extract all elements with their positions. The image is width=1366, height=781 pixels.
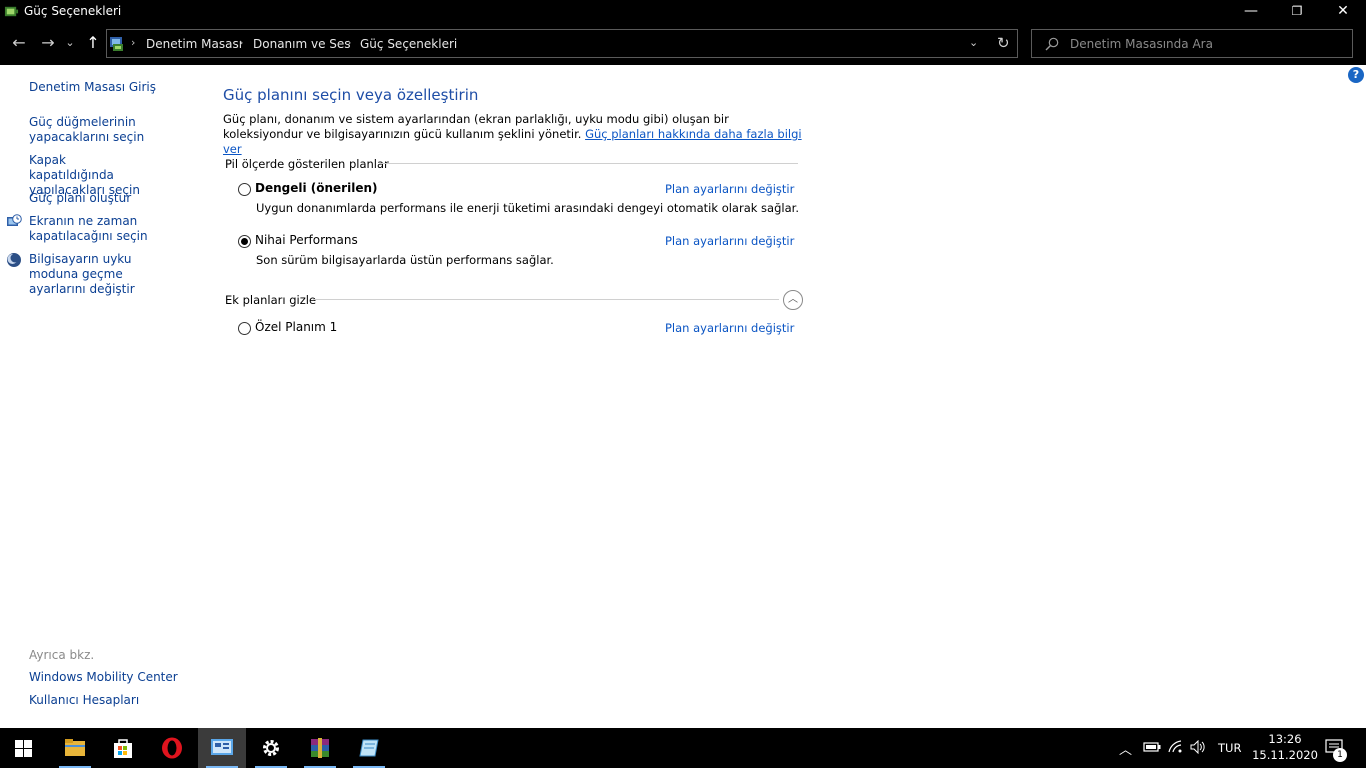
notification-badge: 1: [1333, 748, 1347, 762]
plan-radio-balanced[interactable]: [238, 183, 251, 196]
create-power-plan-link[interactable]: Güç planı oluştur: [29, 191, 179, 206]
help-icon[interactable]: ?: [1348, 67, 1364, 83]
notepad-icon: [359, 739, 379, 757]
speaker-volume-icon[interactable]: [1190, 740, 1206, 754]
divider: [381, 163, 798, 164]
chevron-down-icon[interactable]: ⌄: [969, 36, 978, 49]
window-title: Güç Seçenekleri: [24, 4, 122, 18]
language-indicator[interactable]: TUR: [1218, 741, 1241, 781]
minimize-button[interactable]: —: [1228, 0, 1274, 23]
folder-icon: [65, 739, 85, 756]
gear-icon: [263, 740, 279, 756]
power-buttons-link[interactable]: Güç düğmelerinin yapacaklarını seçin: [29, 115, 149, 145]
plan-name-custom-1[interactable]: Özel Planım 1: [255, 320, 337, 334]
group-hide-extra-plans-label[interactable]: Ek planları gizle: [225, 293, 316, 307]
plan-description-balanced: Uygun donanımlarda performans ile enerji…: [256, 201, 799, 215]
opera-browser-icon: [162, 737, 182, 759]
change-plan-settings-balanced[interactable]: Plan ayarlarını değiştir: [665, 182, 794, 196]
divider: [313, 299, 779, 300]
display-clock-icon: [7, 214, 22, 226]
plan-radio-custom-1[interactable]: [238, 322, 251, 335]
search-box[interactable]: [1031, 29, 1353, 58]
control-panel-icon: [110, 37, 123, 51]
back-button[interactable]: ←: [8, 32, 30, 54]
file-explorer-taskbar-button[interactable]: [51, 728, 99, 768]
winrar-taskbar-button[interactable]: [296, 728, 344, 768]
search-icon: [1045, 37, 1059, 51]
change-plan-settings-ultimate[interactable]: Plan ayarlarını değiştir: [665, 234, 794, 248]
chevron-up-icon[interactable]: ︿: [1119, 739, 1132, 779]
search-input[interactable]: [1070, 30, 1340, 57]
recent-locations-button[interactable]: ⌄: [62, 32, 78, 54]
winrar-archive-icon: [311, 738, 329, 758]
breadcrumb-control-panel[interactable]: Denetim Masası: [146, 37, 242, 51]
taskbar-clock[interactable]: 13:26 15.11.2020: [1250, 731, 1320, 763]
notepad-taskbar-button[interactable]: [345, 728, 393, 768]
breadcrumb-power-options[interactable]: Güç Seçenekleri: [360, 37, 457, 51]
control-panel-taskbar-button[interactable]: [198, 728, 246, 768]
clock-time: 13:26: [1268, 732, 1302, 746]
store-taskbar-button[interactable]: [99, 728, 147, 768]
close-button[interactable]: ✕: [1320, 0, 1366, 23]
plan-radio-ultimate-performance[interactable]: [238, 235, 251, 248]
power-options-icon: [4, 6, 19, 17]
navigation-bar: ← → ⌄ ↑ › Denetim Masası › Donanım ve Se…: [0, 23, 1366, 65]
wifi-icon[interactable]: [1168, 740, 1184, 754]
group-battery-plans-label: Pil ölçerde gösterilen planlar: [225, 157, 389, 171]
sleep-settings-link[interactable]: Bilgisayarın uyku moduna geçme ayarların…: [29, 252, 179, 297]
up-button[interactable]: ↑: [82, 32, 104, 54]
page-title: Güç planını seçin veya özelleştirin: [223, 86, 479, 104]
user-accounts-link[interactable]: Kullanıcı Hesapları: [29, 693, 179, 708]
breadcrumb-hardware-sound[interactable]: Donanım ve Ses: [253, 37, 351, 51]
battery-icon[interactable]: [1143, 741, 1161, 753]
sleep-moon-icon: [7, 253, 21, 267]
breadcrumb-separator: ›: [347, 36, 352, 49]
plan-description-ultimate-performance: Son sürüm bilgisayarlarda üstün performa…: [256, 253, 554, 267]
windows-start-icon[interactable]: [15, 740, 32, 757]
refresh-icon[interactable]: ↻: [997, 34, 1010, 52]
clock-date: 15.11.2020: [1252, 748, 1318, 762]
collapse-chevron-icon[interactable]: ︿: [783, 290, 803, 310]
maximize-button[interactable]: ❐: [1274, 0, 1320, 23]
taskbar: ︿ TUR 13:26 15.11.2020 1: [0, 728, 1366, 768]
store-bag-icon: [114, 739, 132, 758]
control-panel-icon: [211, 739, 233, 755]
title-bar: Güç Seçenekleri — ❐ ✕: [0, 0, 1366, 23]
opera-taskbar-button[interactable]: [148, 728, 196, 768]
forward-button[interactable]: →: [37, 32, 59, 54]
settings-taskbar-button[interactable]: [247, 728, 295, 768]
plan-name-balanced[interactable]: Dengeli (önerilen): [255, 181, 378, 195]
plan-name-ultimate-performance[interactable]: Nihai Performans: [255, 233, 358, 247]
change-plan-settings-custom-1[interactable]: Plan ayarlarını değiştir: [665, 321, 794, 335]
control-panel-home-link[interactable]: Denetim Masası Giriş: [29, 80, 179, 95]
page-description: Güç planı, donanım ve sistem ayarlarında…: [223, 112, 803, 157]
breadcrumb-separator: ›: [239, 36, 244, 49]
mobility-center-link[interactable]: Windows Mobility Center: [29, 670, 189, 685]
address-bar[interactable]: › Denetim Masası › Donanım ve Ses › Güç …: [106, 29, 1018, 58]
display-off-link[interactable]: Ekranın ne zaman kapatılacağını seçin: [29, 214, 149, 244]
breadcrumb-separator: ›: [131, 36, 136, 49]
see-also-label: Ayrıca bkz.: [29, 648, 95, 662]
